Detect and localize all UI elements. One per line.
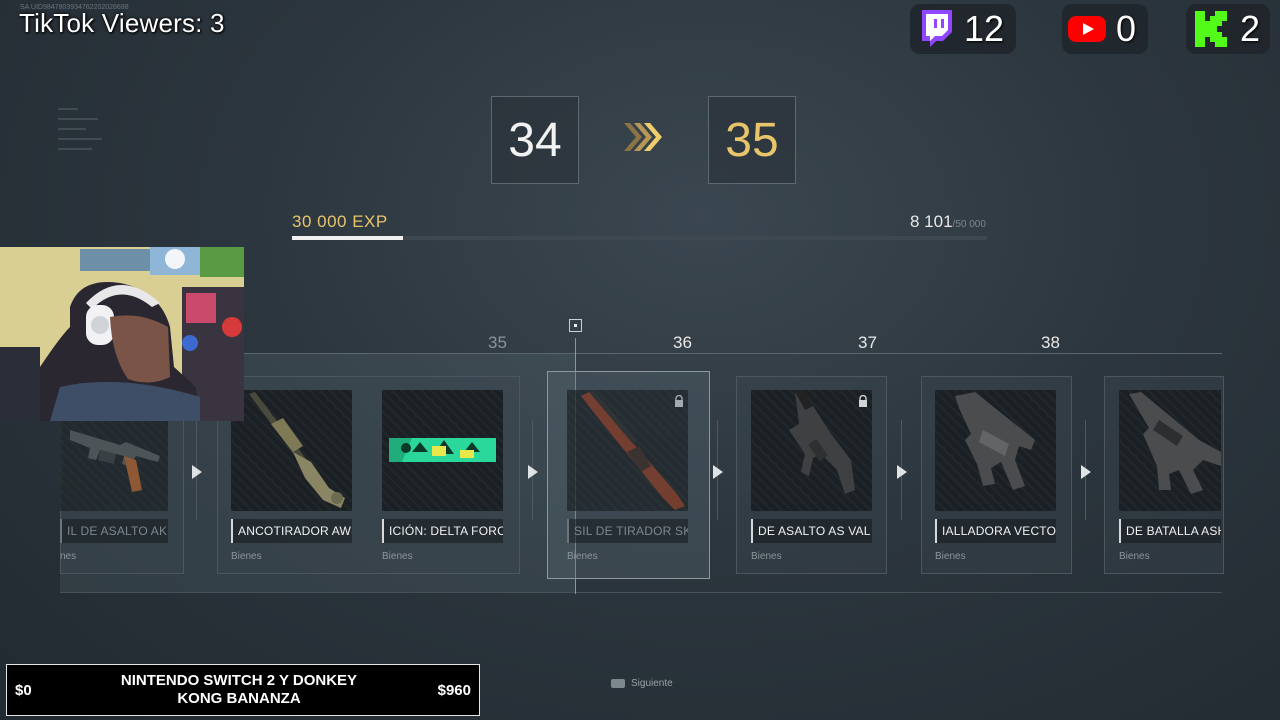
youtube-viewer-counter: 0	[1062, 4, 1148, 54]
reward-card-name: DE ASALTO AS VAL	[751, 519, 872, 543]
arrow-right-icon	[713, 465, 723, 479]
reward-card-name: SIL DE TIRADOR SKS	[567, 519, 688, 543]
track-level-38: 38	[1041, 333, 1060, 352]
sks-rifle-icon	[567, 390, 688, 511]
twitch-viewer-counter: 12	[910, 4, 1016, 54]
reward-card-name: IALLADORA VECTOR	[935, 519, 1056, 543]
track-level-37: 37	[858, 333, 877, 352]
goal-title-line1: NINTENDO SWITCH 2 Y DONKEY	[120, 672, 358, 689]
exp-current: 8 101	[910, 212, 953, 231]
track-level-35: 35	[488, 333, 507, 352]
current-level-box: 34	[491, 96, 579, 184]
reward-card-name: DE BATALLA ASH-1	[1119, 519, 1221, 543]
next-label: Siguiente	[631, 678, 673, 689]
reward-card-name: IL DE ASALTO AKM	[60, 519, 168, 543]
goal-title: NINTENDO SWITCH 2 Y DONKEY KONG BANANZA	[55, 672, 423, 708]
tiktok-viewers-label: TikTok Viewers: 3	[19, 8, 225, 38]
lock-icon	[858, 394, 868, 412]
kick-icon	[1190, 8, 1232, 50]
twitch-icon	[914, 8, 956, 50]
ash-battle-rifle-icon	[1119, 390, 1221, 511]
arrow-right-icon	[897, 465, 907, 479]
current-position-marker-icon	[569, 319, 582, 332]
reward-card-delta-force[interactable]: ICIÓN: DELTA FORCE Bienes	[382, 390, 503, 562]
reward-card-name: ANCOTIRADOR AWM	[231, 519, 352, 543]
keyboard-key-icon	[611, 679, 625, 688]
twitch-count: 12	[964, 8, 1005, 49]
next-level-box: 35	[708, 96, 796, 184]
exp-max: /50 000	[952, 219, 986, 230]
reward-card-type: Bienes	[1119, 551, 1150, 562]
youtube-count: 0	[1116, 8, 1137, 49]
goal-title-line2: KONG BANANZA	[177, 690, 301, 707]
reward-card-type: Bienes	[567, 551, 598, 562]
faint-overlay-text	[58, 100, 118, 240]
as-val-rifle-icon	[751, 390, 872, 511]
kick-viewer-counter: 2	[1186, 4, 1270, 54]
kick-count: 2	[1240, 8, 1261, 49]
reward-card-name: ICIÓN: DELTA FORCE	[382, 519, 503, 543]
delta-force-banner-icon	[382, 390, 503, 511]
reward-card-ash-12[interactable]: DE BATALLA ASH-1 Bienes	[1119, 390, 1221, 562]
arrow-right-icon	[192, 465, 202, 479]
track-level-36: 36	[673, 333, 692, 352]
arrow-right-icon	[528, 465, 538, 479]
youtube-icon	[1066, 8, 1108, 50]
donation-goal-bar: $0 NINTENDO SWITCH 2 Y DONKEY KONG BANAN…	[6, 664, 480, 716]
exp-progress-fill	[292, 236, 404, 240]
reward-card-vector[interactable]: IALLADORA VECTOR Bienes	[935, 390, 1056, 562]
track-bottom-line	[60, 592, 1222, 593]
goal-max: $960	[437, 681, 471, 699]
reward-card-type: Bienes	[751, 551, 782, 562]
awm-sniper-icon	[231, 390, 352, 511]
reward-card-type: Bienes	[935, 551, 966, 562]
goal-min: $0	[15, 681, 32, 699]
exp-reward-label: 30 000 EXP	[292, 212, 388, 231]
reward-card-type: nes	[60, 551, 77, 562]
exp-progress-text: 8 101/50 000	[910, 212, 986, 232]
webcam-feed	[0, 247, 244, 421]
reward-card-sks[interactable]: SIL DE TIRADOR SKS Bienes	[567, 390, 688, 562]
reward-card-type: Bienes	[382, 551, 413, 562]
exp-progress-bar	[292, 236, 987, 240]
reward-card-type: Bienes	[231, 551, 262, 562]
next-button[interactable]: Siguiente	[611, 678, 673, 689]
reward-card-as-val[interactable]: DE ASALTO AS VAL Bienes	[751, 390, 872, 562]
chevron-right-icon	[622, 120, 666, 159]
lock-icon	[674, 394, 684, 412]
vector-smg-icon	[935, 390, 1056, 511]
reward-card-awm[interactable]: ANCOTIRADOR AWM Bienes	[231, 390, 352, 562]
arrow-right-icon	[1081, 465, 1091, 479]
